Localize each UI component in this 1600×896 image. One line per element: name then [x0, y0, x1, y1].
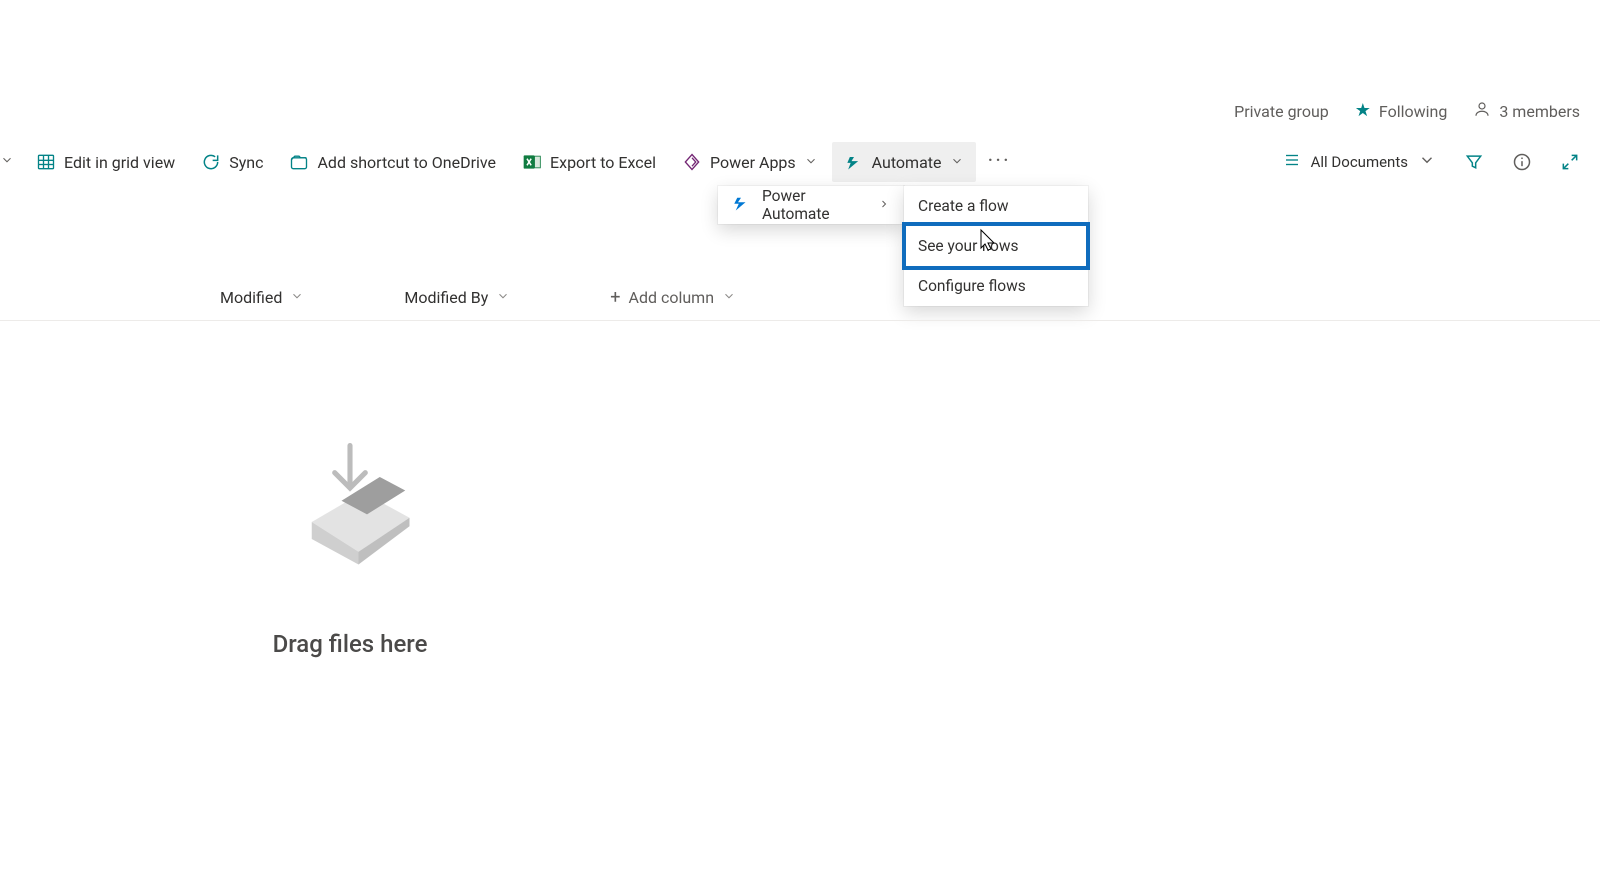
empty-folder-illustration — [265, 420, 435, 594]
power-apps-icon — [682, 152, 702, 172]
automate-icon — [844, 152, 864, 172]
star-icon: ★ — [1355, 102, 1371, 120]
filter-icon — [1464, 152, 1484, 172]
export-excel-button[interactable]: Export to Excel — [510, 142, 668, 182]
chevron-down-icon — [496, 288, 510, 307]
column-modified-by-label: Modified By — [404, 288, 488, 307]
automate-menu-power-automate[interactable]: Power Automate — [718, 186, 904, 224]
site-meta-row: Private group ★ Following 3 members — [1234, 100, 1580, 122]
ellipsis-icon: ··· — [988, 151, 1011, 173]
command-bar: Edit in grid view Sync Add shortcut — [0, 138, 1600, 187]
following-label: Following — [1379, 102, 1447, 121]
onedrive-shortcut-icon — [289, 152, 309, 172]
plus-icon: + — [610, 287, 620, 308]
power-automate-label: Power Automate — [762, 187, 866, 223]
view-name: All Documents — [1311, 153, 1408, 171]
members-link[interactable]: 3 members — [1473, 100, 1580, 122]
edit-grid-label: Edit in grid view — [64, 153, 175, 172]
automate-dropdown: Power Automate — [718, 186, 904, 224]
more-actions-button[interactable]: ··· — [978, 142, 1021, 182]
automate-label: Automate — [872, 153, 942, 172]
column-modified-label: Modified — [220, 288, 282, 307]
empty-state-text: Drag files here — [273, 630, 428, 658]
filter-button[interactable] — [1454, 142, 1494, 182]
view-selector[interactable]: All Documents — [1273, 142, 1446, 182]
add-column-label: Add column — [629, 288, 715, 307]
chevron-down-icon — [722, 288, 736, 307]
info-button[interactable] — [1502, 142, 1542, 182]
chevron-down-icon — [804, 153, 818, 172]
power-apps-label: Power Apps — [710, 153, 796, 172]
expand-icon — [1560, 152, 1580, 172]
export-excel-label: Export to Excel — [550, 153, 656, 172]
excel-icon — [522, 152, 542, 172]
chevron-down-icon — [950, 153, 964, 172]
person-icon — [1473, 100, 1491, 122]
submenu-create-flow[interactable]: Create a flow — [904, 188, 1088, 224]
sync-icon — [201, 152, 221, 172]
automate-button[interactable]: Automate — [832, 142, 976, 182]
new-button-truncated[interactable] — [0, 142, 22, 182]
following-status[interactable]: ★ Following — [1355, 102, 1448, 121]
column-modified[interactable]: Modified — [220, 288, 304, 307]
chevron-right-icon — [878, 196, 890, 214]
members-count: 3 members — [1499, 102, 1580, 121]
add-column-button[interactable]: + Add column — [610, 287, 736, 308]
sync-label: Sync — [229, 153, 263, 172]
sync-button[interactable]: Sync — [189, 142, 275, 182]
edit-grid-button[interactable]: Edit in grid view — [24, 142, 187, 182]
grid-icon — [36, 152, 56, 172]
power-apps-button[interactable]: Power Apps — [670, 142, 830, 182]
chevron-down-icon — [1418, 151, 1436, 173]
group-privacy: Private group — [1234, 102, 1329, 121]
list-view-icon — [1283, 151, 1301, 173]
power-automate-icon — [732, 194, 750, 216]
column-headers: Modified Modified By + Add column — [0, 274, 1600, 321]
chevron-down-icon — [0, 153, 14, 171]
column-modified-by[interactable]: Modified By — [404, 288, 510, 307]
expand-button[interactable] — [1550, 142, 1590, 182]
info-icon — [1512, 152, 1532, 172]
empty-state: Drag files here — [0, 420, 700, 658]
chevron-down-icon — [290, 288, 304, 307]
add-shortcut-label: Add shortcut to OneDrive — [317, 153, 496, 172]
add-shortcut-button[interactable]: Add shortcut to OneDrive — [277, 142, 508, 182]
submenu-see-your-flows[interactable]: See your flows — [904, 224, 1088, 268]
